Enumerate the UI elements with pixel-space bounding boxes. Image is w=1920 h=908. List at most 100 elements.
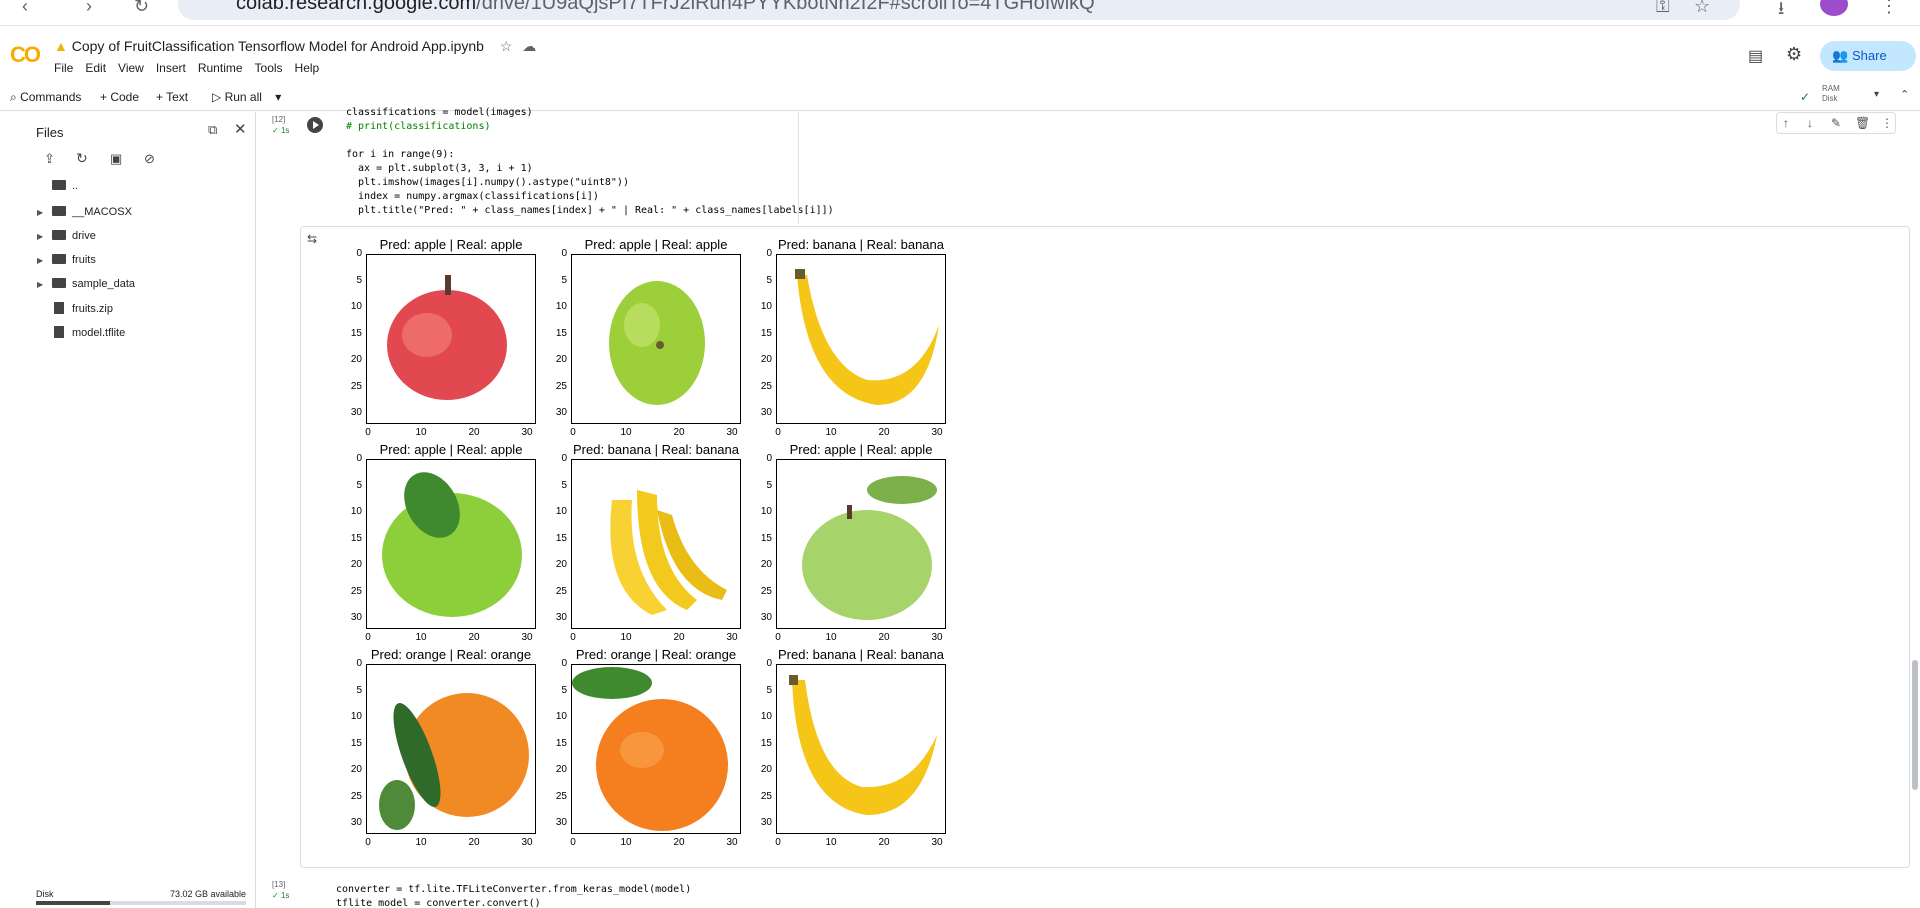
hide-icon[interactable]: ⊘	[144, 151, 155, 167]
file-tree-item[interactable]: model.tflite	[54, 326, 125, 339]
y-tick-label: 10	[760, 301, 772, 312]
file-tree-item[interactable]: fruits	[52, 254, 96, 266]
star-icon[interactable]: ☆	[500, 38, 513, 54]
x-tick-label: 20	[878, 632, 890, 643]
disk-label: Disk	[1822, 94, 1838, 103]
forward-icon[interactable]: ›	[86, 0, 92, 17]
share-button[interactable]: 👥 Share	[1820, 41, 1916, 71]
chevron-down-icon[interactable]: ▾	[1874, 89, 1879, 100]
y-tick-label: 20	[350, 559, 362, 570]
run-all-button[interactable]: ▷ Run all ▾	[212, 90, 281, 104]
file-tree-label: fruits.zip	[72, 303, 113, 315]
y-tick-label: 0	[766, 453, 772, 464]
y-tick-label: 15	[555, 532, 567, 544]
commands-button[interactable]: ⌕ Commands	[10, 90, 81, 105]
more-icon[interactable]: ⋮	[1881, 116, 1893, 130]
refresh-icon[interactable]: ↻	[76, 150, 88, 167]
new-window-icon[interactable]: ⧉	[208, 122, 217, 138]
x-tick-label: 10	[415, 427, 427, 438]
y-tick-label: 20	[760, 764, 772, 775]
subplot-title: Pred: apple | Real: apple	[379, 442, 523, 457]
subplot: Pred: apple | Real: apple 0 5 10 15 20 25 30 0 10…	[351, 441, 566, 646]
colab-logo[interactable]: CO	[10, 42, 41, 68]
y-tick-label: 0	[356, 453, 362, 464]
chevron-right-icon[interactable]: ▶	[37, 208, 43, 217]
chevron-right-icon[interactable]: ▶	[37, 232, 43, 241]
file-tree-item[interactable]: drive	[52, 230, 96, 242]
url-bar[interactable]: colab.research.google.com/drive/1U9aQjsP…	[178, 0, 1740, 20]
x-tick-label: 20	[468, 427, 480, 438]
subplot: Pred: apple | Real: apple 0 5 10 15 20 25 30 0 10…	[351, 236, 566, 441]
code-line: converter = tf.lite.TFLiteConverter.from…	[336, 884, 692, 895]
code-line: ax = plt.subplot(3, 3, i + 1)	[346, 163, 533, 174]
gear-icon[interactable]: ⚙	[1786, 44, 1802, 65]
x-tick-label: 30	[726, 632, 738, 643]
menu-insert[interactable]: Insert	[156, 61, 186, 75]
y-tick-label: 0	[561, 248, 567, 259]
browser-menu-icon[interactable]: ⋮	[1880, 0, 1898, 17]
add-text-button[interactable]: + Text	[156, 90, 188, 104]
url-path: /drive/1U9aQjsPI7TFrJ2lRuh4PYYKbotNn2I2F…	[476, 0, 1095, 14]
y-tick-label: 20	[555, 354, 567, 365]
execution-duration-text: 1s	[280, 891, 290, 900]
edit-icon[interactable]: ✎	[1831, 116, 1841, 130]
comment-icon[interactable]: ▤	[1748, 46, 1763, 66]
x-tick-label: 20	[673, 632, 685, 643]
subplot-title: Pred: orange | Real: orange	[370, 647, 532, 662]
y-tick-label: 30	[350, 407, 362, 418]
menu-edit[interactable]: Edit	[85, 61, 106, 75]
chevron-down-icon[interactable]: ▾	[275, 90, 281, 104]
chevron-up-icon[interactable]: ⌃	[1900, 88, 1909, 101]
menu-tools[interactable]: Tools	[255, 61, 283, 75]
code-editor[interactable]: classifications = model(images) # print(…	[346, 106, 834, 218]
execution-duration: ✓ 1s	[272, 891, 290, 900]
code-line: # print(classifications)	[346, 121, 491, 132]
y-tick-label: 10	[350, 301, 362, 312]
menu-file[interactable]: File	[54, 61, 73, 75]
notebook-title-row: ▲ Copy of FruitClassification Tensorflow…	[54, 38, 536, 55]
menu-runtime[interactable]: Runtime	[198, 61, 243, 75]
resource-indicator[interactable]: RAM Disk	[1822, 84, 1840, 104]
file-tree-item[interactable]: ..	[52, 180, 78, 192]
back-icon[interactable]: ‹	[22, 0, 28, 17]
subplot-image	[571, 254, 741, 424]
chevron-right-icon[interactable]: ▶	[37, 280, 43, 289]
x-tick-label: 10	[620, 632, 632, 643]
share-label: Share	[1852, 48, 1887, 63]
move-up-icon[interactable]: ↑	[1783, 116, 1789, 130]
x-tick-label: 30	[931, 427, 943, 438]
url-host: colab.research.google.com	[236, 0, 477, 14]
chevron-right-icon[interactable]: ▶	[37, 256, 43, 265]
fruit-image	[610, 490, 727, 615]
output-actions-icon[interactable]: ⇆	[307, 232, 317, 246]
move-down-icon[interactable]: ↓	[1807, 116, 1813, 130]
run-cell-button[interactable]	[307, 117, 323, 133]
y-tick-label: 5	[766, 274, 772, 286]
code-editor[interactable]: converter = tf.lite.TFLiteConverter.from…	[336, 883, 691, 908]
reload-icon[interactable]: ↻	[134, 0, 149, 17]
file-tree-item[interactable]: fruits.zip	[54, 302, 113, 315]
menu-help[interactable]: Help	[295, 61, 320, 75]
y-tick-label: 5	[561, 274, 567, 286]
delete-icon[interactable]: 🗑	[1855, 116, 1870, 130]
fruit-image	[802, 476, 937, 620]
star-icon[interactable]: ☆	[1694, 0, 1710, 17]
upload-icon[interactable]: ⇪	[44, 151, 55, 167]
file-tree-item[interactable]: __MACOSX	[52, 206, 132, 218]
mount-drive-icon[interactable]: ▣	[110, 151, 122, 167]
key-icon[interactable]: ⚿	[1656, 0, 1670, 17]
cloud-icon[interactable]: ☁	[522, 38, 536, 54]
profile-avatar[interactable]	[1820, 0, 1848, 16]
x-tick-label: 30	[931, 632, 943, 643]
notebook-title[interactable]: Copy of FruitClassification Tensorflow M…	[72, 38, 484, 54]
file-tree-item[interactable]: sample_data	[52, 278, 135, 290]
y-tick-label: 10	[555, 711, 567, 722]
menu-view[interactable]: View	[118, 61, 144, 75]
subplot-image	[571, 459, 741, 629]
close-icon[interactable]: ✕	[234, 120, 247, 138]
download-icon[interactable]: ⭳	[1778, 0, 1784, 26]
add-code-button[interactable]: + Code	[100, 90, 139, 104]
scrollbar[interactable]	[1912, 660, 1918, 790]
subplot-image	[366, 459, 536, 629]
code-line: plt.imshow(images[i].numpy().astype("uin…	[346, 177, 629, 188]
